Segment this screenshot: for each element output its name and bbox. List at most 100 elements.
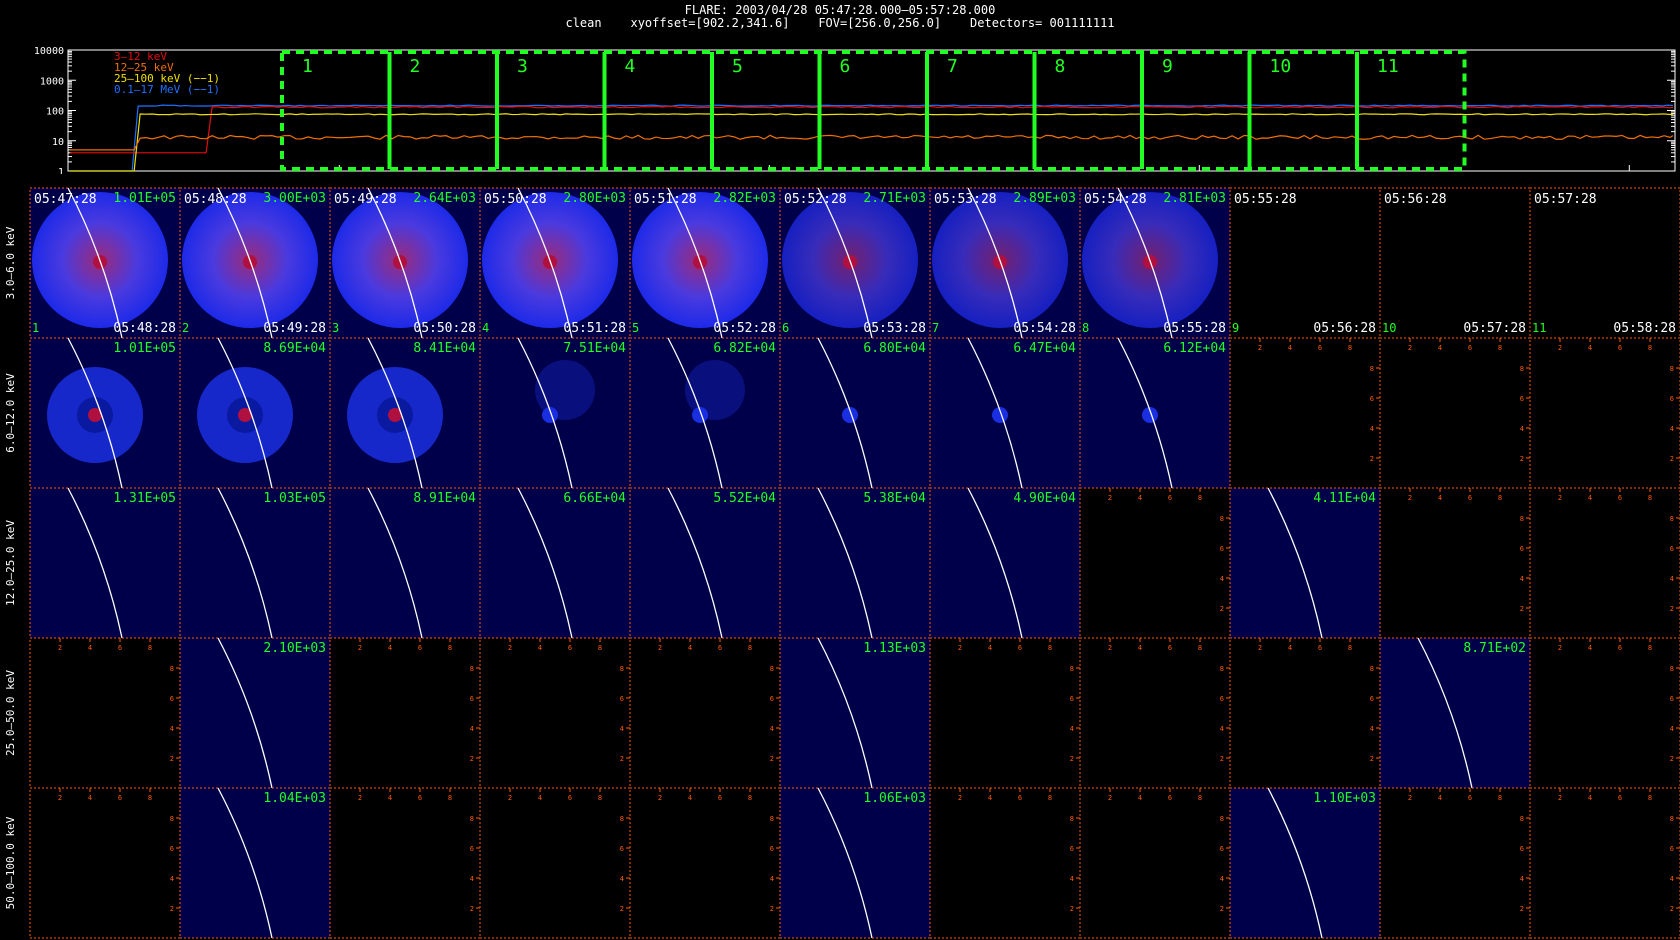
axis-tick-label: 2	[508, 644, 512, 652]
image-panel	[330, 788, 480, 938]
axis-tick-label: 4	[88, 794, 92, 802]
peak-value: 6.66E+04	[563, 491, 626, 506]
axis-tick-label: 6	[1670, 395, 1674, 403]
interval-label: 5	[632, 321, 639, 335]
axis-tick-label: 4	[388, 794, 392, 802]
peak-value: 6.80E+04	[863, 341, 926, 356]
axis-tick-label: 4	[1438, 794, 1442, 802]
peak-value: 8.41E+04	[413, 341, 476, 356]
peak-value: 1.06E+03	[863, 791, 926, 806]
axis-tick-label: 2	[470, 755, 474, 763]
interval-label: 7	[932, 321, 939, 335]
axis-tick-label: 6	[470, 695, 474, 703]
axis-tick-label: 8	[770, 665, 774, 673]
end-time: 05:48:28	[113, 321, 176, 336]
axis-tick-label: 4	[620, 875, 624, 883]
axis-tick-label: 4	[1220, 575, 1224, 583]
image-panel	[30, 788, 180, 938]
axis-tick-label: 8	[1498, 494, 1502, 502]
image-panel	[1530, 788, 1680, 938]
image-panel	[30, 638, 180, 788]
start-time: 05:57:28	[1534, 192, 1597, 207]
axis-tick-label: 6	[1670, 545, 1674, 553]
source-haze	[535, 360, 595, 420]
peak-value: 3.00E+03	[263, 191, 326, 206]
axis-tick-label: 8	[1648, 344, 1652, 352]
axis-tick-label: 4	[470, 725, 474, 733]
axis-tick-label: 4	[1138, 794, 1142, 802]
axis-tick-label: 4	[1670, 575, 1674, 583]
axis-tick-label: 2	[58, 794, 62, 802]
axis-tick-label: 6	[1370, 395, 1374, 403]
axis-tick-label: 4	[688, 644, 692, 652]
axis-tick-label: 2	[508, 794, 512, 802]
axis-tick-label: 2	[1108, 494, 1112, 502]
axis-tick-label: 6	[1520, 845, 1524, 853]
axis-tick-label: 2	[958, 794, 962, 802]
image-panel	[1380, 488, 1530, 638]
axis-tick-label: 4	[770, 875, 774, 883]
axis-tick-label: 2	[1670, 755, 1674, 763]
peak-value: 2.10E+03	[263, 641, 326, 656]
end-time: 05:50:28	[413, 321, 476, 336]
axis-tick-label: 2	[1108, 794, 1112, 802]
axis-tick-label: 8	[598, 644, 602, 652]
axis-tick-label: 2	[358, 794, 362, 802]
axis-tick-label: 2	[358, 644, 362, 652]
axis-tick-label: 8	[1670, 365, 1674, 373]
image-panel	[780, 788, 930, 938]
axis-tick-label: 8	[1670, 665, 1674, 673]
axis-tick-label: 4	[1520, 575, 1524, 583]
axis-tick-label: 8	[770, 815, 774, 823]
axis-tick-label: 6	[1070, 845, 1074, 853]
axis-tick-label: 8	[1070, 665, 1074, 673]
axis-tick-label: 4	[1588, 344, 1592, 352]
axis-tick-label: 8	[1348, 644, 1352, 652]
axis-tick-label: 2	[1670, 905, 1674, 913]
axis-tick-label: 8	[1520, 365, 1524, 373]
image-panel	[630, 638, 780, 788]
axis-tick-label: 2	[1558, 794, 1562, 802]
start-time: 05:54:28	[1084, 192, 1147, 207]
start-time: 05:55:28	[1234, 192, 1297, 207]
start-time: 05:48:28	[184, 192, 247, 207]
axis-tick-label: 8	[1348, 344, 1352, 352]
image-panel	[780, 488, 930, 638]
axis-tick-label: 4	[688, 794, 692, 802]
peak-value: 1.10E+03	[1313, 791, 1376, 806]
axis-tick-label: 4	[1670, 875, 1674, 883]
axis-tick-label: 2	[1220, 605, 1224, 613]
axis-tick-label: 6	[620, 845, 624, 853]
axis-tick-label: 8	[1498, 794, 1502, 802]
image-panel	[1230, 188, 1380, 338]
image-panel	[1380, 788, 1530, 938]
peak-value: 2.81E+03	[1163, 191, 1226, 206]
axis-tick-label: 4	[88, 644, 92, 652]
image-panel	[30, 488, 180, 638]
peak-value: 5.52E+04	[713, 491, 776, 506]
peak-value: 2.80E+03	[563, 191, 626, 206]
axis-tick-label: 6	[1618, 494, 1622, 502]
axis-tick-label: 6	[1520, 395, 1524, 403]
axis-tick-label: 4	[1588, 794, 1592, 802]
axis-tick-label: 2	[170, 755, 174, 763]
axis-tick-label: 4	[620, 725, 624, 733]
image-panel	[930, 638, 1080, 788]
axis-tick-label: 6	[1468, 344, 1472, 352]
interval-label: 4	[482, 321, 489, 335]
axis-tick-label: 8	[620, 815, 624, 823]
axis-tick-label: 6	[1670, 695, 1674, 703]
axis-tick-label: 6	[1468, 494, 1472, 502]
axis-tick-label: 4	[770, 725, 774, 733]
start-time: 05:50:28	[484, 192, 547, 207]
axis-tick-label: 8	[1370, 665, 1374, 673]
image-panel	[480, 638, 630, 788]
image-panel	[1380, 338, 1530, 488]
peak-value: 2.64E+03	[413, 191, 476, 206]
axis-tick-label: 6	[1370, 695, 1374, 703]
axis-tick-label: 8	[1648, 494, 1652, 502]
start-time: 05:52:28	[784, 192, 847, 207]
axis-tick-label: 2	[1220, 755, 1224, 763]
axis-tick-label: 6	[1220, 845, 1224, 853]
axis-tick-label: 6	[1618, 794, 1622, 802]
